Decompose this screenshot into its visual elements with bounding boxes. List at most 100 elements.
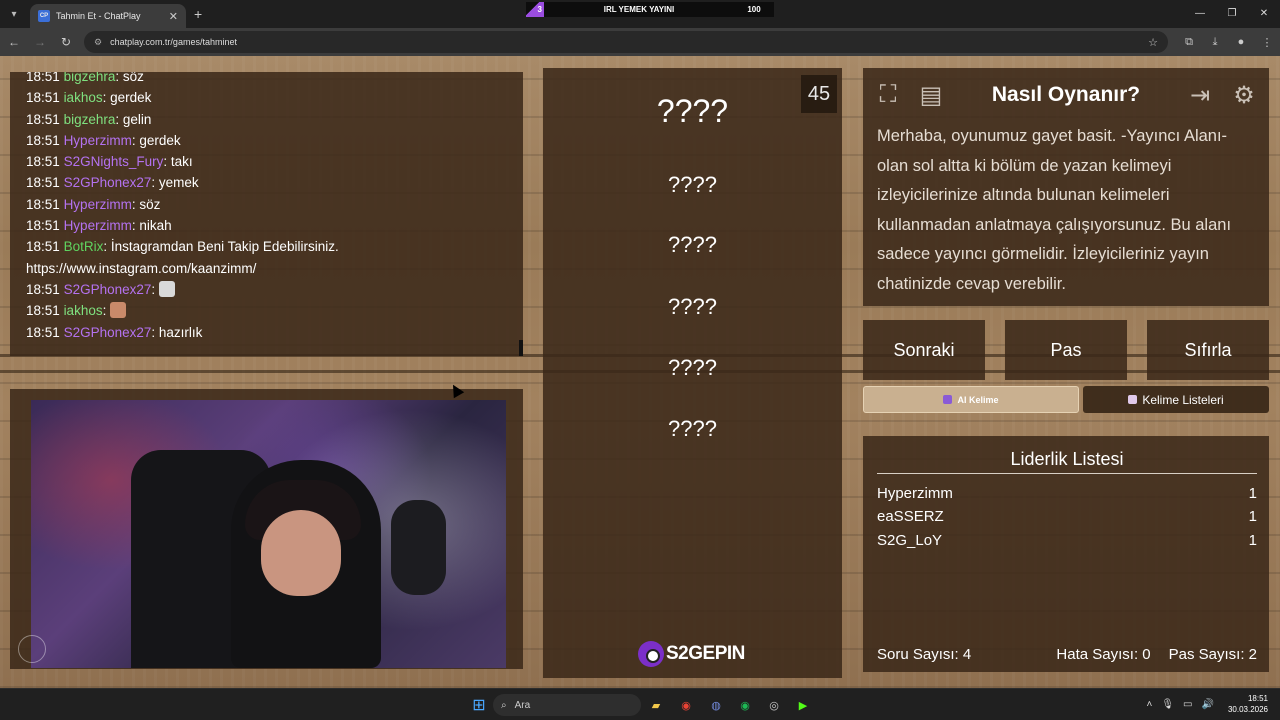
chat-text: : nikah <box>131 218 172 234</box>
chat-username[interactable]: Hyperzimm <box>64 197 132 212</box>
chat-message: 18:51 Hyperzimm: gerdek <box>26 130 515 151</box>
volume-icon[interactable]: 🔊 <box>1202 699 1214 710</box>
ai-word-label: AI Kelime <box>957 394 999 405</box>
minimize-icon[interactable]: — <box>1184 0 1216 28</box>
chat-timestamp: 18:51 <box>26 175 60 191</box>
chat-username[interactable]: Hyperzimm <box>64 218 132 233</box>
windows-start-icon[interactable]: ⊞ <box>469 695 489 715</box>
chrome-icon[interactable]: ◉ <box>676 695 696 715</box>
chat-username[interactable]: bigzehra <box>64 72 116 84</box>
pass-button[interactable]: Pas <box>1005 320 1127 380</box>
new-tab-icon[interactable]: + <box>194 6 202 22</box>
window-controls: — ❐ ✕ <box>1184 0 1280 28</box>
next-button[interactable]: Sonraki <box>863 320 985 380</box>
tab-close-icon[interactable]: ✕ <box>169 10 178 23</box>
site-info-icon[interactable]: ⚙ <box>94 37 102 48</box>
webcam-feed <box>31 400 506 668</box>
word-lists-button[interactable]: Kelime Listeleri <box>1083 386 1269 413</box>
game-stats: Soru Sayısı: 4 Hata Sayısı: 0 Pas Sayısı… <box>877 646 1257 663</box>
ai-word-button[interactable]: AI Kelime <box>863 386 1079 413</box>
bookmark-star-icon[interactable]: ☆ <box>1148 36 1158 49</box>
chat-timestamp: 18:51 <box>26 239 60 255</box>
chat-timestamp: 18:51 <box>26 324 60 340</box>
streamer-face <box>261 510 341 596</box>
browser-tab[interactable]: CP Tahmin Et - ChatPlay ✕ <box>30 4 186 28</box>
exit-icon[interactable]: ⇥ <box>1182 77 1218 113</box>
taskbar-search[interactable]: ⌕ Ara <box>493 694 641 716</box>
chat-messages: 18:51 bigzehra: söz 18:51 iakhos: gerdek 1… <box>26 72 515 343</box>
banner-title: IRL YEMEK YAYINI <box>603 5 675 14</box>
chat-message: 18:51 Hyperzimm: söz <box>26 194 515 215</box>
chat-username[interactable]: S2GPhonex27 <box>64 175 152 190</box>
chat-message: 18:51 S2GPhonex27: hazırlık <box>26 322 515 343</box>
chat-text: https://www.instagram.com/kaanzimm/ <box>26 260 257 276</box>
chat-username[interactable]: Hyperzimm <box>64 133 132 148</box>
banner-right-count: 100 <box>747 5 761 14</box>
steam-icon[interactable]: ◎ <box>764 695 784 715</box>
chat-text: : gerdek <box>131 132 181 148</box>
chat-username[interactable]: iakhos <box>64 303 103 318</box>
reset-button[interactable]: Sıfırla <box>1147 320 1269 380</box>
chat-username[interactable]: iakhos <box>64 90 103 105</box>
discord-icon[interactable]: ◍ <box>706 695 726 715</box>
back-arrow-icon[interactable]: ← <box>2 35 26 49</box>
chat-message: 18:51 bigzehra: gelin <box>26 109 515 130</box>
spotify-icon[interactable]: ◉ <box>735 695 755 715</box>
close-window-icon[interactable]: ✕ <box>1248 0 1280 28</box>
chat-timestamp: 18:51 <box>26 90 60 106</box>
leader-name: eaSSERZ <box>877 508 944 525</box>
banner-left-count: 3 <box>526 2 544 17</box>
eye-logo-icon <box>638 641 664 667</box>
chat-username[interactable]: S2GPhonex27 <box>64 325 152 340</box>
chat-text: : <box>102 303 107 319</box>
chat-message: 18:51 bigzehra: söz <box>26 72 515 87</box>
chat-message: 18:51 S2GPhonex27: yemek <box>26 172 515 193</box>
chat-timestamp: 18:51 <box>26 154 60 170</box>
chat-scrollbar[interactable] <box>519 340 523 356</box>
chat-username[interactable]: S2GPhonex27 <box>64 282 152 297</box>
fullscreen-icon[interactable]: ⛶ <box>870 77 906 113</box>
leaderboard-row: eaSSERZ 1 <box>877 508 1257 525</box>
leader-score: 1 <box>1248 485 1257 502</box>
file-explorer-icon[interactable]: ▰ <box>646 695 666 715</box>
chat-timestamp: 18:51 <box>26 132 60 148</box>
chat-username[interactable]: BotRix <box>64 239 104 254</box>
chat-text: : İnstagramdan Beni Takip Edebilirsiniz. <box>103 239 339 255</box>
microphone-icon[interactable]: 🎙 <box>1161 699 1174 710</box>
download-icon[interactable]: ⤓ <box>1202 36 1228 49</box>
leader-name: S2G_LoY <box>877 532 943 549</box>
chat-message: 18:51 iakhos: gerdek <box>26 87 515 108</box>
chat-message: 18:51 iakhos: <box>26 300 515 321</box>
tray-overflow-icon[interactable]: ˄ <box>1147 699 1153 710</box>
error-count: Hata Sayısı: 0 <box>1056 646 1151 663</box>
kick-icon[interactable]: ▶ <box>793 695 813 715</box>
chat-timestamp: 18:51 <box>26 111 60 127</box>
browser-menu-icon[interactable]: ⋮ <box>1254 36 1280 49</box>
reload-icon[interactable]: ↻ <box>54 35 78 49</box>
leader-score: 1 <box>1248 532 1257 549</box>
maximize-icon[interactable]: ❐ <box>1216 0 1248 28</box>
word-lists-label: Kelime Listeleri <box>1142 392 1224 407</box>
microphone <box>391 500 446 595</box>
forbidden-word-5: ???? <box>668 416 717 441</box>
chat-username[interactable]: bigzehra <box>64 112 116 127</box>
chat-timestamp: 18:51 <box>26 281 60 297</box>
chat-username[interactable]: S2GNights_Fury <box>64 154 164 169</box>
settings-gear-icon[interactable]: ⚙ <box>1226 77 1262 113</box>
chat-timestamp: 18:51 <box>26 303 60 319</box>
tab-search-icon[interactable]: ▾ <box>4 4 24 24</box>
taskbar-search-label: Ara <box>514 699 531 711</box>
chat-text: : gelin <box>115 111 152 127</box>
chat-text: : gerdek <box>102 90 152 106</box>
forward-arrow-icon[interactable]: → <box>28 35 52 49</box>
chat-text: : yemek <box>151 175 199 191</box>
url-input[interactable]: ⚙ chatplay.com.tr/games/tahminet ☆ <box>84 31 1168 53</box>
profile-avatar-icon[interactable]: ● <box>1228 36 1254 49</box>
extensions-icon[interactable]: ⧉ <box>1176 36 1202 49</box>
chat-text: : <box>151 281 156 297</box>
chat-timestamp: 18:51 <box>26 72 60 84</box>
display-icon[interactable]: ▭ <box>1183 699 1192 710</box>
clock[interactable]: 18:51 30.03.2026 <box>1228 693 1268 715</box>
howto-text: Merhaba, oyunumuz gayet basit. -Yayıncı … <box>877 127 1232 293</box>
leaderboard-divider <box>877 473 1257 474</box>
